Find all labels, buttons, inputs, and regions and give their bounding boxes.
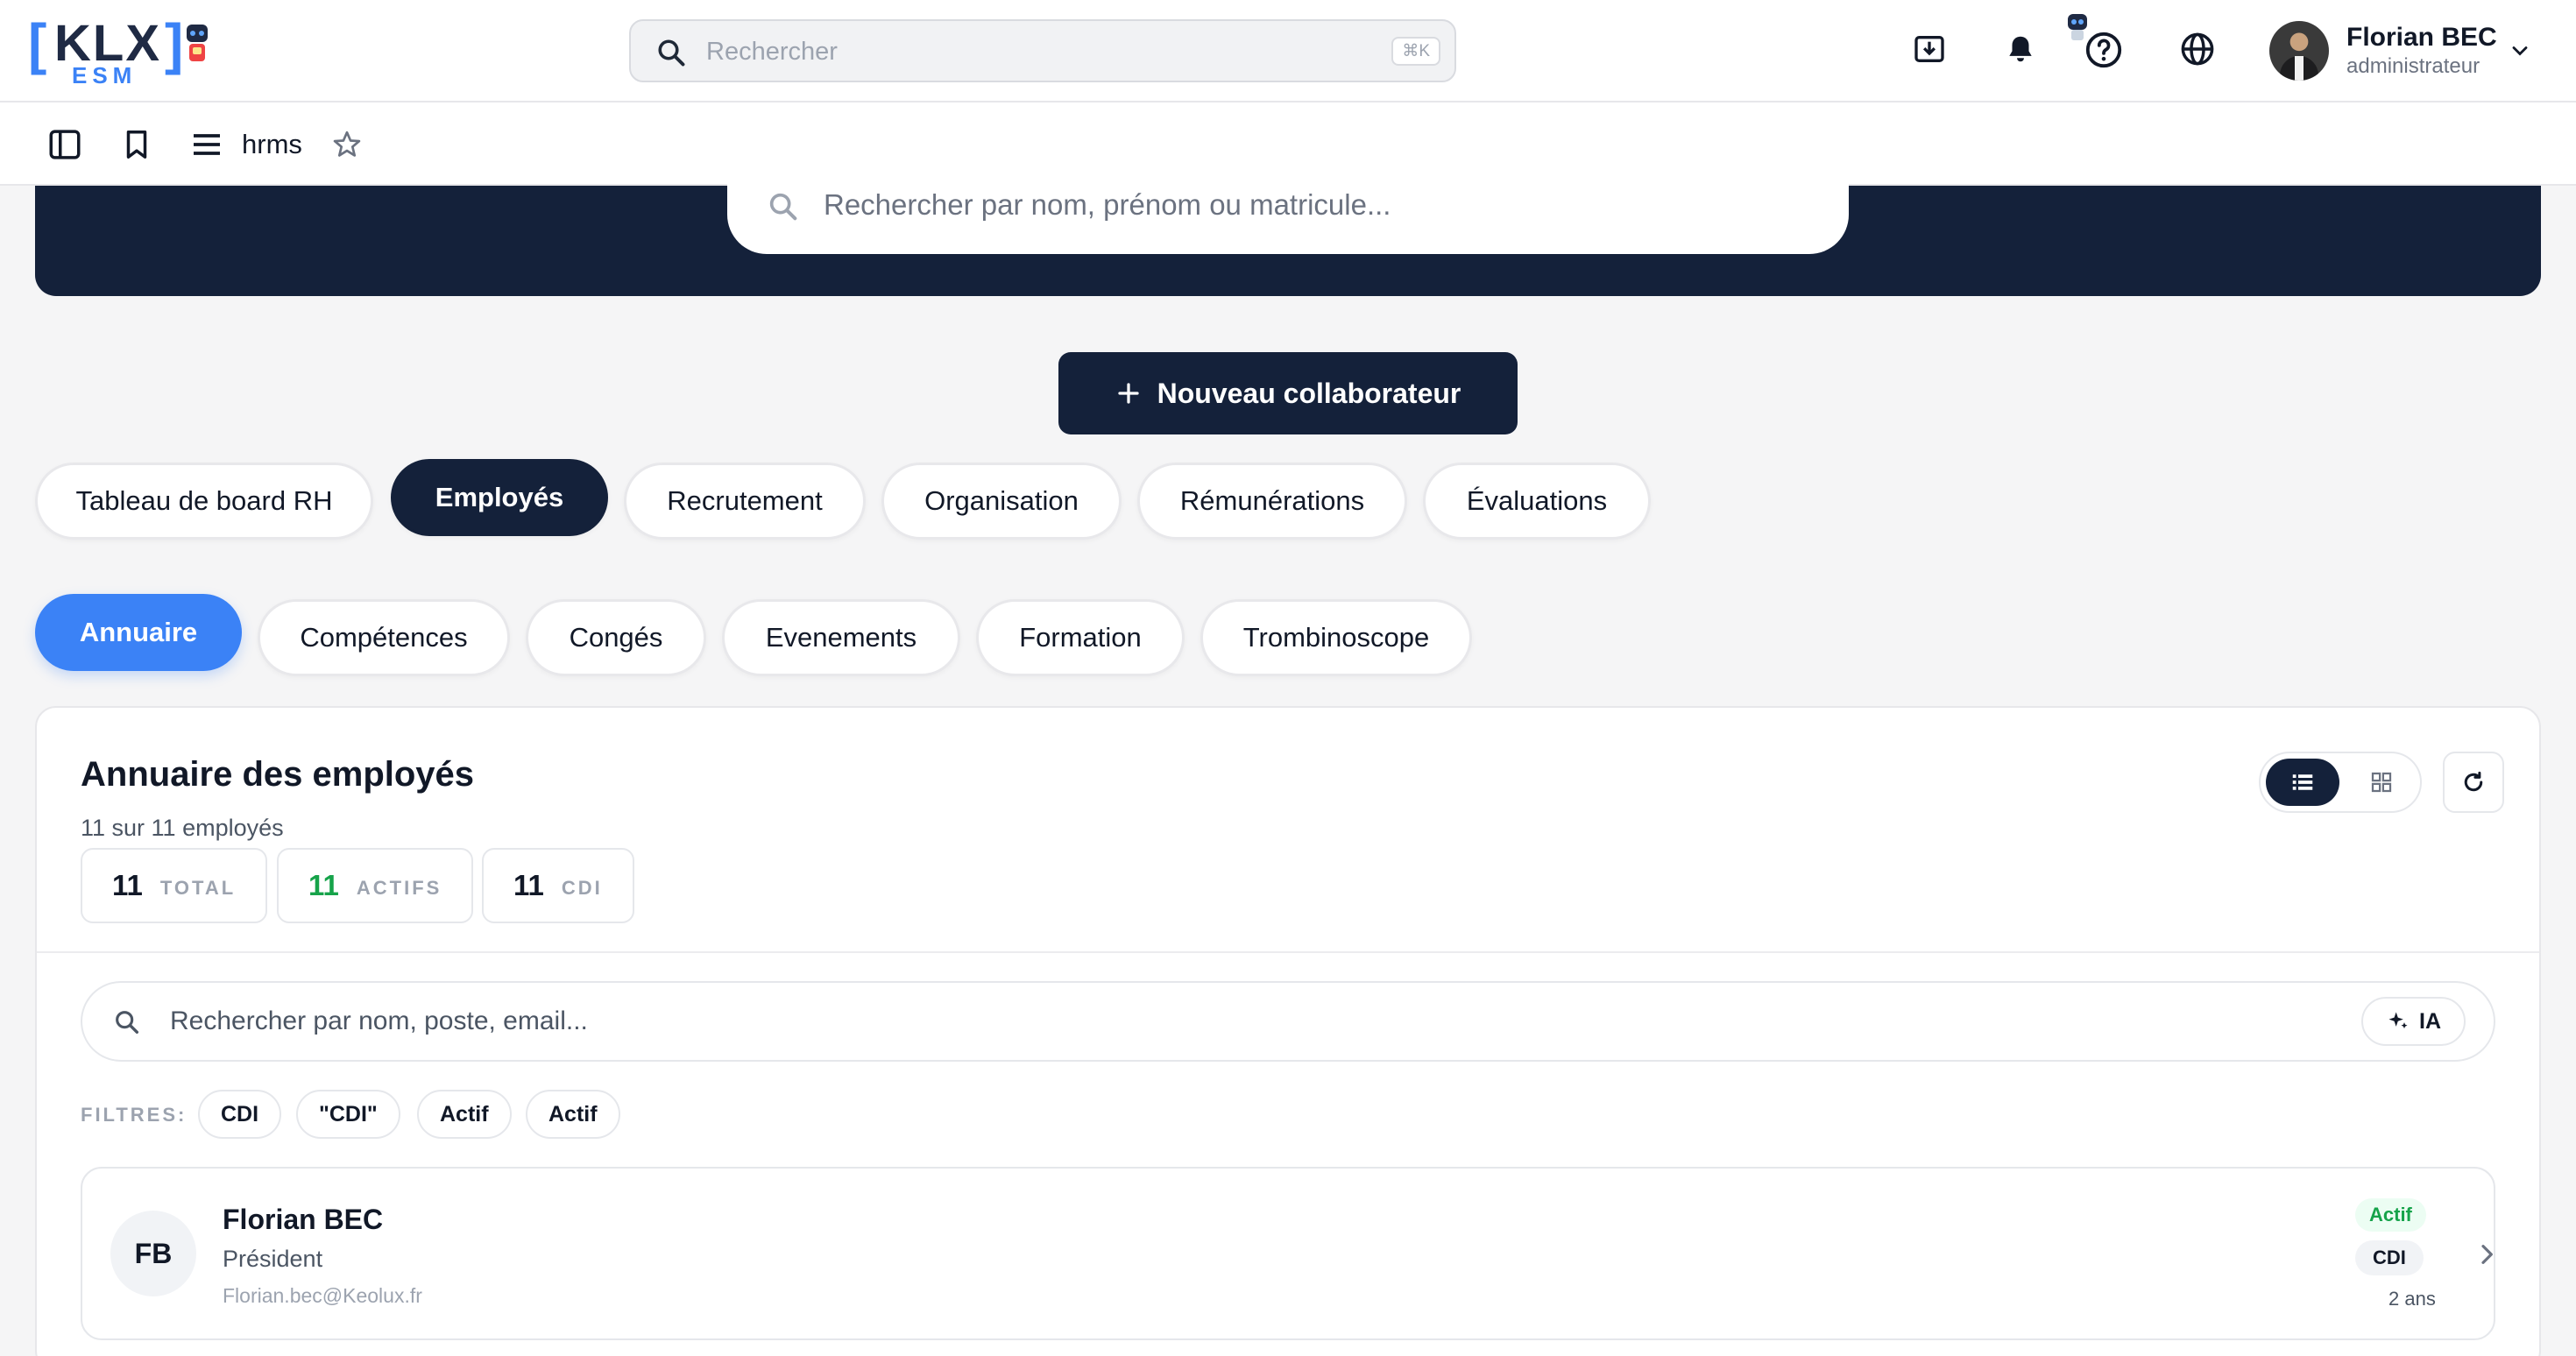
stat-actifs-label: ACTIFS — [356, 877, 442, 899]
sidebar-toggle-icon — [49, 130, 81, 159]
search-icon — [769, 193, 797, 221]
new-collaborator-button[interactable]: Nouveau collaborateur — [1058, 352, 1518, 434]
stat-cdi: 11 CDI — [482, 848, 634, 923]
filter-chip-actif[interactable]: Actif — [417, 1090, 512, 1139]
plus-icon — [1118, 383, 1139, 404]
globe-icon — [2181, 32, 2214, 66]
stat-cdi-value: 11 — [513, 869, 544, 901]
logo-bracket-left: [ — [28, 12, 47, 75]
stat-total: 11 TOTAL — [81, 848, 268, 923]
grid-view-button[interactable] — [2345, 759, 2418, 806]
tab-recrutement[interactable]: Recrutement — [624, 463, 866, 540]
tab-evaluations[interactable]: Évaluations — [1423, 463, 1651, 540]
menu-icon — [194, 134, 220, 155]
help-icon — [2085, 32, 2122, 68]
hero-search-input[interactable] — [824, 184, 1787, 226]
table-row[interactable]: FB Florian BEC Président Florian.bec@Keo… — [81, 1167, 2495, 1340]
app-logo[interactable]: [ KLX ] ESM — [28, 16, 212, 88]
user-role: administrateur — [2346, 54, 2480, 78]
bell-icon — [2009, 36, 2032, 62]
search-icon — [658, 39, 685, 67]
employee-count: 11 sur 11 employés — [81, 815, 284, 841]
employee-name: Florian BEC — [223, 1204, 384, 1235]
employee-title: Président — [223, 1246, 323, 1272]
download-icon — [1914, 36, 1944, 62]
page-title: Annuaire des employés — [81, 755, 475, 794]
tab-organisation[interactable]: Organisation — [881, 463, 1122, 540]
bookmark-icon — [126, 131, 147, 159]
stat-actifs: 11 ACTIFS — [277, 848, 474, 923]
employee-search-input[interactable] — [170, 1002, 2273, 1041]
help-button[interactable] — [2064, 9, 2126, 79]
global-search-input[interactable] — [706, 33, 1320, 70]
star-icon — [333, 131, 361, 157]
subtab-competences[interactable]: Compétences — [258, 599, 510, 676]
subtab-formation[interactable]: Formation — [976, 599, 1185, 676]
sidebar-toggle-button[interactable] — [44, 124, 86, 166]
grid-view-icon — [2371, 772, 2392, 793]
bookmark-button[interactable] — [116, 124, 158, 166]
status-badge: Actif — [2355, 1198, 2426, 1232]
tab-dashboard-rh[interactable]: Tableau de board RH — [35, 463, 373, 540]
logo-bracket-right: ] — [165, 12, 184, 75]
stat-cdi-label: CDI — [561, 877, 603, 899]
notifications-button[interactable] — [1999, 28, 2042, 70]
employee-email: Florian.bec@Keolux.fr — [223, 1284, 422, 1307]
user-menu[interactable]: Florian BEC administrateur — [2269, 19, 2541, 82]
chevron-right-icon — [2481, 1245, 2493, 1264]
global-search: ⌘K — [629, 19, 1456, 82]
robot-icon — [187, 25, 208, 61]
filter-chip-cdi[interactable]: CDI — [198, 1090, 282, 1139]
module-label: hrms — [242, 129, 302, 159]
tab-remunerations[interactable]: Rémunérations — [1137, 463, 1407, 540]
module-toolbar: hrms — [0, 102, 2576, 186]
avatar: FB — [110, 1211, 196, 1296]
list-view-icon — [2292, 774, 2313, 790]
subtab-conges[interactable]: Congés — [526, 599, 706, 676]
view-toggle — [2259, 752, 2422, 813]
favorite-button[interactable] — [326, 124, 368, 166]
filter-chip-cdi-quoted[interactable]: "CDI" — [296, 1090, 400, 1139]
filters-label: FILTRES: — [81, 1104, 188, 1126]
search-icon — [116, 1011, 139, 1035]
contract-badge: CDI — [2355, 1240, 2424, 1275]
language-button[interactable] — [2176, 28, 2219, 70]
stat-actifs-value: 11 — [308, 869, 339, 901]
ia-search-button[interactable]: IA — [2361, 997, 2466, 1046]
subtab-annuaire[interactable]: Annuaire — [35, 594, 242, 671]
employee-search: IA — [81, 981, 2495, 1062]
employee-directory-card: Annuaire des employés 11 sur 11 employés… — [35, 706, 2541, 1356]
list-view-button[interactable] — [2266, 759, 2339, 806]
avatar — [2269, 21, 2329, 81]
top-header: [ KLX ] ESM ⌘K — [0, 0, 2576, 102]
refresh-icon — [2464, 771, 2483, 792]
hero-search — [727, 175, 1849, 254]
user-name: Florian BEC — [2346, 23, 2497, 52]
sparkle-icon — [2388, 1012, 2408, 1029]
filter-chip-actif-2[interactable]: Actif — [526, 1090, 620, 1139]
ia-label: IA — [2419, 1008, 2441, 1034]
refresh-button[interactable] — [2443, 752, 2504, 813]
search-shortcut-hint: ⌘K — [1391, 37, 1440, 66]
card-divider — [37, 951, 2539, 953]
stat-total-value: 11 — [112, 869, 143, 901]
logo-subtext: ESM — [72, 62, 138, 88]
chevron-down-icon — [2512, 46, 2528, 56]
download-button[interactable] — [1908, 28, 1950, 70]
subtab-evenements[interactable]: Evenements — [722, 599, 960, 676]
stat-total-label: TOTAL — [159, 877, 237, 899]
module-menu-button[interactable] — [186, 124, 228, 166]
subtab-trombinoscope[interactable]: Trombinoscope — [1200, 599, 1472, 676]
new-collaborator-label: Nouveau collaborateur — [1157, 377, 1461, 409]
employee-seniority: 2 ans — [2388, 1288, 2436, 1310]
tab-employes[interactable]: Employés — [391, 459, 608, 536]
